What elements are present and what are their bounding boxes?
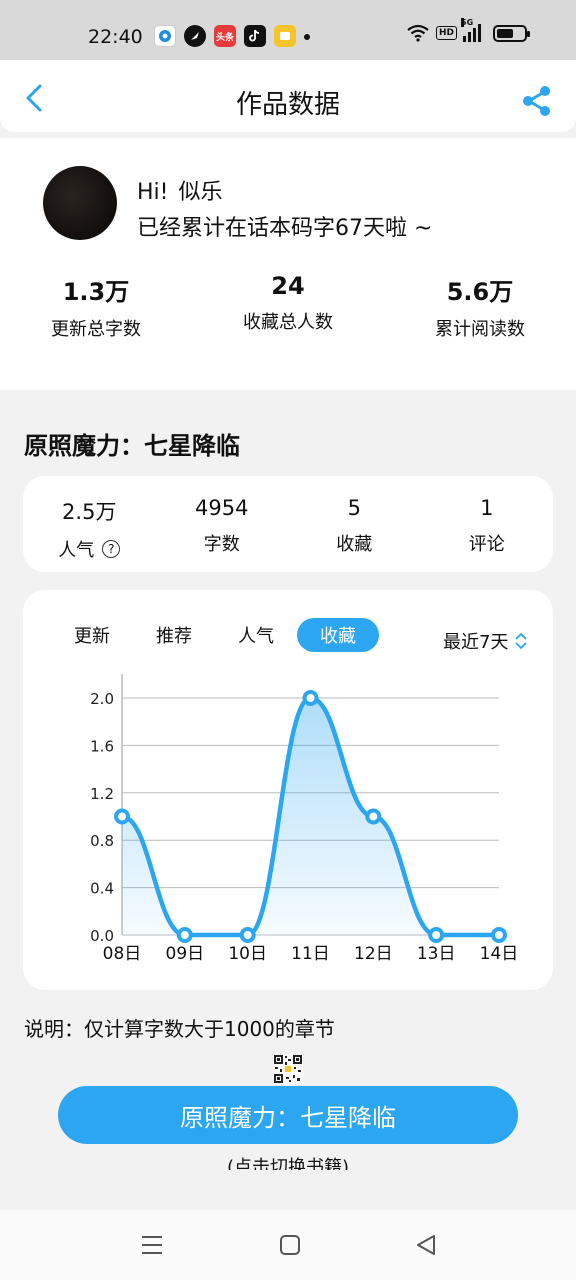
work-stats-card: 2.5万 人气 ? 4954 字数 5 收藏 1 评论 [23,476,553,572]
status-indicators: HD 5G [406,18,531,42]
app-header: 作品数据 [0,60,576,132]
share-button[interactable] [520,84,554,118]
y-tick-label: 0.4 [90,880,114,898]
tiktok-icon [244,25,266,47]
status-app-icons: 头条 [154,25,296,47]
tab-favorites[interactable]: 收藏 [297,618,379,652]
data-point [114,808,130,825]
data-point [239,927,256,943]
x-tick-label: 10日 [228,944,267,964]
status-bar: 22:40 头条 HD 5G [0,0,576,60]
toutiao-icon: 头条 [214,25,236,47]
stat-label: 收藏 [336,534,373,555]
x-tick-label: 14日 [480,944,519,964]
stat-total-favorites: 24 收藏总人数 [192,272,384,341]
status-time: 22:40 [88,26,143,48]
y-tick-label: 0.8 [90,832,114,850]
stat-value: 2.5万 [62,500,117,524]
chart-tabs: 更新 推荐 人气 收藏 [51,618,379,652]
stat-label: 收藏总人数 [243,312,333,333]
stat-label: 累计阅读数 [435,319,525,340]
stat-value: 5 [347,496,361,520]
signal-icon: 5G [461,18,482,42]
menu-icon[interactable] [139,1232,165,1258]
work-stat-popularity: 2.5万 人气 ? [23,476,156,572]
wifi-icon [407,24,429,42]
work-stat-favorites: 5 收藏 [288,476,421,572]
x-tick-label: 13日 [417,944,456,964]
data-point [302,690,319,706]
battery-icon [493,24,531,42]
x-tick-label: 11日 [291,944,330,964]
data-point [365,808,382,825]
back-triangle-icon[interactable] [413,1232,439,1258]
stat-value: 4954 [195,496,249,520]
range-selector[interactable]: 最近7天 [443,628,528,654]
work-title: 原照魔力：七星降临 [24,432,240,460]
notification-dot [304,34,310,40]
share-icon [523,86,550,116]
y-tick-label: 0.0 [90,927,114,945]
author-stats: 1.3万 更新总字数 24 收藏总人数 5.6万 累计阅读数 [0,272,576,341]
reader-icon [274,25,296,47]
y-tick-label: 2.0 [90,690,114,708]
stat-label: 更新总字数 [51,319,141,340]
hd-badge: HD [436,26,458,40]
network-type: 5G [461,18,474,27]
system-nav-bar [0,1210,576,1280]
chart-card: 0.0 0.4 0.8 1.2 1.6 2.0 08日 09日 10日 11日 12日 13日 14日 … [23,590,553,990]
x-tick-label: 08日 [103,944,142,964]
profile-section: Hi! 似乐 已经累计在话本码字67天啦 ~ 1.3万 更新总字数 24 收藏总人… [0,138,576,390]
battery-level [497,28,513,38]
greeting-text: Hi! [137,180,169,205]
profile-tagline: 已经累计在话本码字67天啦 ~ [137,216,433,241]
x-tick-label: 12日 [354,944,393,964]
stat-label: 字数 [203,534,240,555]
data-point [428,927,445,943]
stat-label-row: 人气 ? [23,536,156,562]
work-stat-comments: 1 评论 [421,476,554,572]
stat-value: 1 [480,496,494,520]
switch-book-button[interactable]: 原照魔力：七星降临 [58,1086,518,1144]
page-title: 作品数据 [235,90,340,120]
stat-value: 1.3万 [62,278,130,306]
qr-code-icon[interactable] [273,1054,303,1084]
stat-label: 评论 [468,534,505,555]
stat-total-words: 1.3万 更新总字数 [0,272,192,341]
stat-label: 人气 [58,540,95,561]
avatar[interactable] [43,166,117,240]
range-label: 最近7天 [443,632,509,653]
x-tick-label: 09日 [166,944,205,964]
help-icon[interactable]: ? [102,540,121,558]
greeting: Hi! 似乐 [137,174,223,206]
data-point [176,927,193,943]
sort-arrows-icon [515,632,528,650]
work-stat-words: 4954 字数 [156,476,289,572]
stat-total-reads: 5.6万 累计阅读数 [384,272,576,341]
tab-recommend[interactable]: 推荐 [133,618,215,652]
browser-icon [154,25,176,47]
stat-value: 24 [271,272,305,300]
home-icon[interactable] [277,1232,303,1258]
feather-icon [184,25,206,47]
tab-popularity[interactable]: 人气 [215,618,297,652]
user-name: 似乐 [178,180,223,205]
switch-book-hint: (点击切换书籍) [226,1157,350,1170]
data-point [491,927,507,943]
y-tick-label: 1.2 [90,785,114,803]
stat-value: 5.6万 [446,278,514,306]
tab-updates[interactable]: 更新 [51,618,133,652]
y-tick-label: 1.6 [90,737,114,755]
toutiao-label: 头条 [215,32,234,43]
chart-note: 说明：仅计算字数大于1000的章节 [24,1017,335,1041]
series-area [122,698,499,935]
